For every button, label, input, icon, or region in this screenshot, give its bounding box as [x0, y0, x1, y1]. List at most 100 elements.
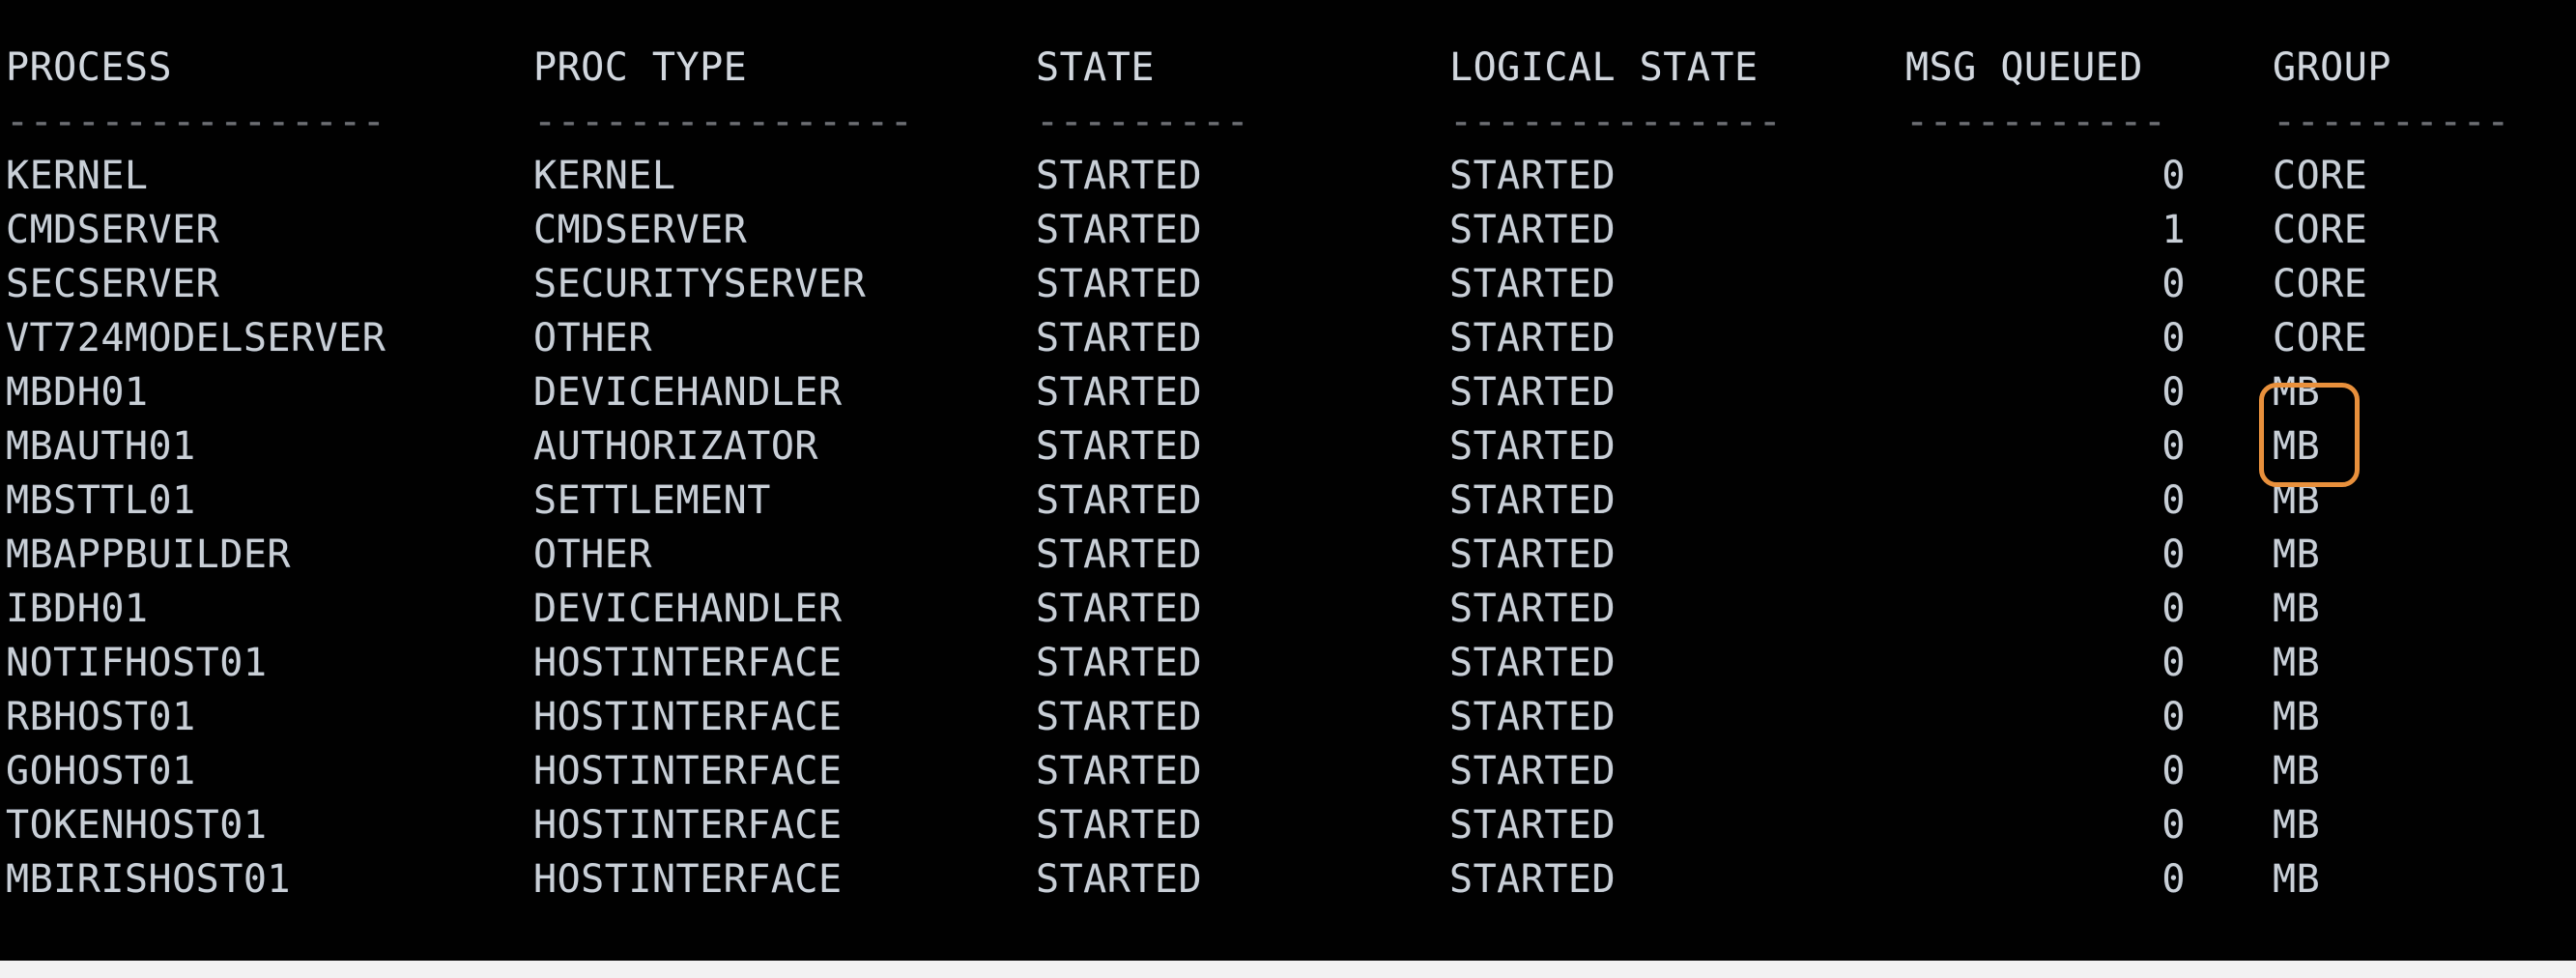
cell-proc-type: SECURITYSERVER: [533, 262, 867, 306]
cell-proc-type: AUTHORIZATOR: [533, 424, 818, 469]
table-row: TOKENHOST01 HOSTINTERFACE STARTED STARTED 0 M…: [0, 798, 2576, 852]
cell-proc-type: OTHER: [533, 316, 652, 360]
cell-state: STARTED: [1036, 857, 1203, 902]
cell-proc-type: HOSTINTERFACE: [533, 641, 843, 685]
cell-msg-queued: 0: [2161, 641, 2186, 685]
cell-proc-type: DEVICEHANDLER: [533, 587, 843, 631]
table-row: SECSERVER SECURITYSERVER STARTED STARTED 0 CO…: [0, 257, 2576, 311]
table-row: MBAUTH01 AUTHORIZATOR STARTED STARTED 0 MB: [0, 419, 2576, 474]
cell-state: STARTED: [1036, 641, 1203, 685]
cell-proc-type: HOSTINTERFACE: [533, 803, 843, 848]
rule-logical-state: --------------: [1449, 100, 1783, 144]
cell-msg-queued: 0: [2161, 532, 2186, 577]
table-rule-row: ---------------- ---------------- ------…: [0, 95, 2576, 149]
cell-logical-state: STARTED: [1449, 803, 1617, 848]
cell-logical-state: STARTED: [1449, 316, 1617, 360]
cell-process: TOKENHOST01: [6, 803, 268, 848]
table-row: MBSTTL01 SETTLEMENT STARTED STARTED 0 MB: [0, 474, 2576, 528]
cell-proc-type: HOSTINTERFACE: [533, 695, 843, 739]
cell-process: KERNEL: [6, 154, 149, 198]
column-header-process: PROCESS: [6, 45, 173, 90]
table-row: RBHOST01 HOSTINTERFACE STARTED STARTED 0 MB: [0, 690, 2576, 744]
rule-group: ----------: [2273, 100, 2510, 144]
table-row: GOHOST01 HOSTINTERFACE STARTED STARTED 0 MB: [0, 744, 2576, 798]
cell-logical-state: STARTED: [1449, 370, 1617, 415]
cell-group: MB: [2273, 532, 2321, 577]
table-row: MBIRISHOST01 HOSTINTERFACE STARTED STARTED 0…: [0, 852, 2576, 906]
cell-msg-queued: 0: [2161, 154, 2186, 198]
cell-group: MB: [2273, 587, 2321, 631]
cell-process: CMDSERVER: [6, 208, 220, 252]
cell-msg-queued: 0: [2161, 587, 2186, 631]
cell-group: MB: [2273, 424, 2321, 469]
cell-group: MB: [2273, 749, 2321, 793]
cell-process: MBSTTL01: [6, 478, 196, 523]
cell-state: STARTED: [1036, 749, 1203, 793]
cell-state: STARTED: [1036, 154, 1203, 198]
process-status-table: PROCESS PROC TYPE STATE LOGICAL STATE MS…: [0, 0, 2576, 906]
cell-logical-state: STARTED: [1449, 641, 1617, 685]
cell-proc-type: HOSTINTERFACE: [533, 749, 843, 793]
cell-proc-type: CMDSERVER: [533, 208, 748, 252]
table-header-row: PROCESS PROC TYPE STATE LOGICAL STATE MS…: [0, 41, 2576, 95]
cell-state: STARTED: [1036, 803, 1203, 848]
table-row: KERNEL KERNEL STARTED STARTED 0 CORE: [0, 149, 2576, 203]
cell-process: VT724MODELSERVER: [6, 316, 386, 360]
rule-proc-type: ----------------: [533, 100, 914, 144]
cell-msg-queued: 0: [2161, 316, 2186, 360]
cell-process: MBIRISHOST01: [6, 857, 291, 902]
cell-group: CORE: [2273, 262, 2368, 306]
cell-group: MB: [2273, 478, 2321, 523]
cell-logical-state: STARTED: [1449, 208, 1617, 252]
cell-msg-queued: 1: [2161, 208, 2186, 252]
cell-proc-type: OTHER: [533, 532, 652, 577]
cell-state: STARTED: [1036, 316, 1203, 360]
column-header-state: STATE: [1036, 45, 1155, 90]
cell-process: MBAPPBUILDER: [6, 532, 291, 577]
cell-process: RBHOST01: [6, 695, 196, 739]
cell-process: NOTIFHOST01: [6, 641, 268, 685]
rule-state: ---------: [1036, 100, 1250, 144]
cell-state: STARTED: [1036, 695, 1203, 739]
cell-group: CORE: [2273, 316, 2368, 360]
cell-logical-state: STARTED: [1449, 695, 1617, 739]
cell-msg-queued: 0: [2161, 803, 2186, 848]
cell-logical-state: STARTED: [1449, 532, 1617, 577]
cell-msg-queued: 0: [2161, 478, 2186, 523]
cell-msg-queued: 0: [2161, 370, 2186, 415]
table-row: MBAPPBUILDER OTHER STARTED STARTED 0 MB: [0, 528, 2576, 582]
cell-process: MBAUTH01: [6, 424, 196, 469]
cell-process: SECSERVER: [6, 262, 220, 306]
column-header-logical-state: LOGICAL STATE: [1449, 45, 1759, 90]
terminal-window: PROCESS PROC TYPE STATE LOGICAL STATE MS…: [0, 0, 2576, 978]
cell-logical-state: STARTED: [1449, 587, 1617, 631]
cell-process: IBDH01: [6, 587, 149, 631]
rule-process: ----------------: [6, 100, 386, 144]
column-header-proc-type: PROC TYPE: [533, 45, 748, 90]
cell-msg-queued: 0: [2161, 424, 2186, 469]
cell-group: MB: [2273, 857, 2321, 902]
cell-logical-state: STARTED: [1449, 262, 1617, 306]
cell-proc-type: DEVICEHANDLER: [533, 370, 843, 415]
cell-state: STARTED: [1036, 532, 1203, 577]
cell-process: GOHOST01: [6, 749, 196, 793]
column-header-msg-queued: MSG QUEUED: [1905, 45, 2143, 90]
cell-logical-state: STARTED: [1449, 749, 1617, 793]
cell-proc-type: SETTLEMENT: [533, 478, 771, 523]
cell-state: STARTED: [1036, 370, 1203, 415]
cell-group: CORE: [2273, 208, 2368, 252]
cell-group: MB: [2273, 370, 2321, 415]
cell-group: CORE: [2273, 154, 2368, 198]
table-row: IBDH01 DEVICEHANDLER STARTED STARTED 0 MB: [0, 582, 2576, 636]
cell-process: MBDH01: [6, 370, 149, 415]
cell-proc-type: HOSTINTERFACE: [533, 857, 843, 902]
cell-group: MB: [2273, 803, 2321, 848]
cell-logical-state: STARTED: [1449, 154, 1617, 198]
cell-state: STARTED: [1036, 262, 1203, 306]
cell-msg-queued: 0: [2161, 262, 2186, 306]
cell-state: STARTED: [1036, 208, 1203, 252]
table-row: MBDH01 DEVICEHANDLER STARTED STARTED 0 MB: [0, 365, 2576, 419]
cell-group: MB: [2273, 641, 2321, 685]
cell-logical-state: STARTED: [1449, 478, 1617, 523]
cell-state: STARTED: [1036, 478, 1203, 523]
